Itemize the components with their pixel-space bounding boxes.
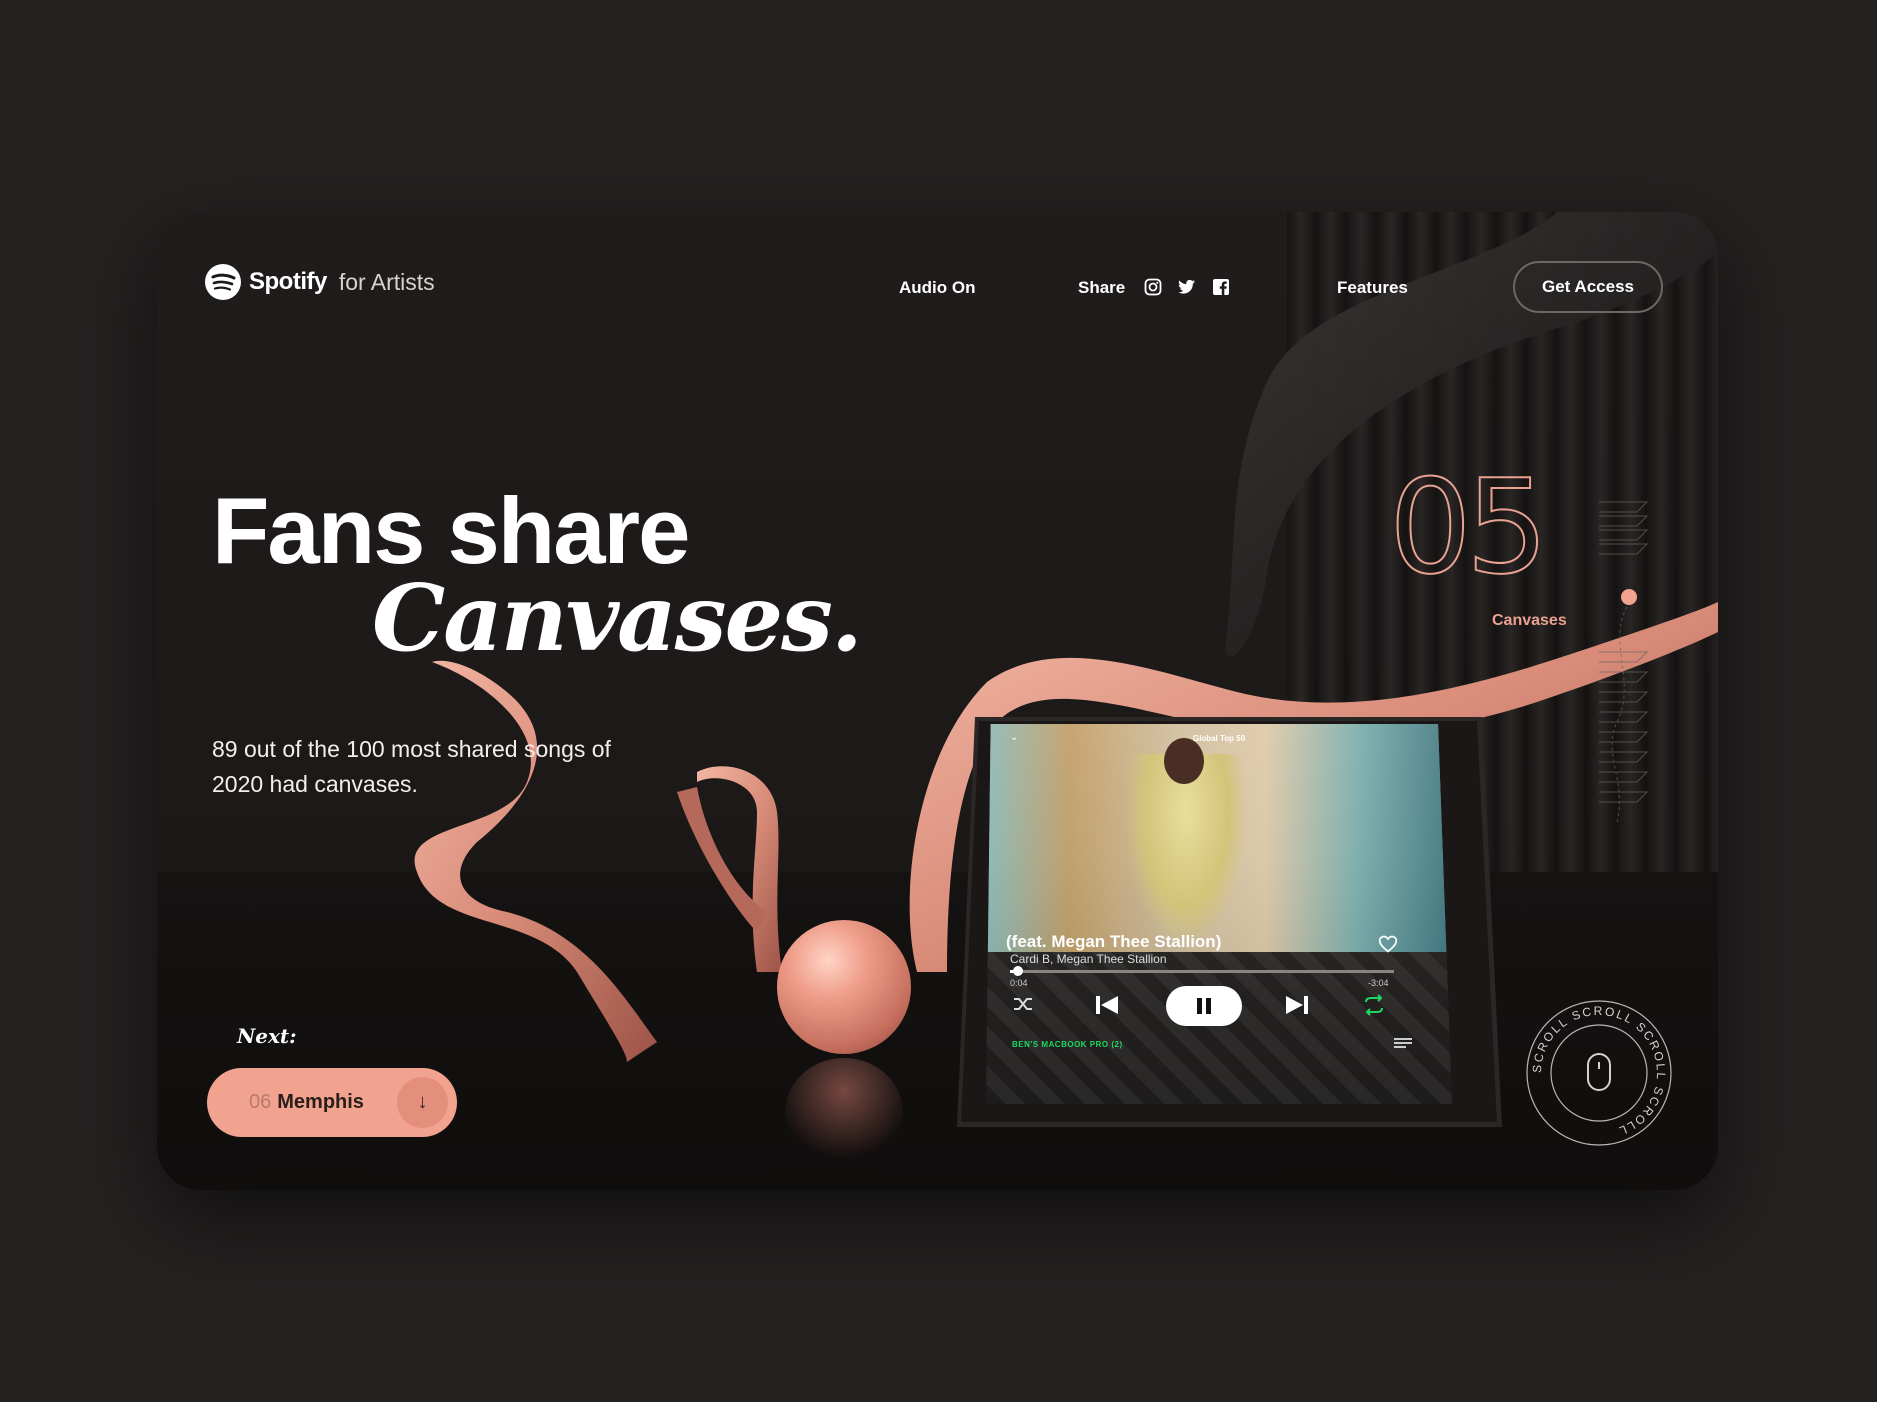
progress-current-dot [1621, 589, 1637, 605]
hero-title-line2: Canvases. [372, 564, 863, 672]
brand-suffix: for Artists [338, 268, 435, 295]
canvas-floor [986, 952, 1452, 1104]
twitter-icon[interactable] [1178, 278, 1196, 296]
playlist-name: Global Top 50 [1192, 734, 1246, 743]
arrow-down-icon[interactable]: ↓ [397, 1077, 448, 1128]
facebook-icon[interactable] [1212, 278, 1230, 296]
section-progress-indicator[interactable] [1597, 482, 1657, 842]
features-link[interactable]: Features [1337, 278, 1408, 298]
shuffle-icon[interactable] [1012, 994, 1034, 1014]
next-title: Memphis [277, 1091, 364, 1113]
time-remaining: -3:04 [1368, 978, 1389, 988]
repeat-icon[interactable] [1362, 994, 1386, 1016]
next-number: 06 [249, 1091, 272, 1113]
mouse-icon [1587, 1053, 1611, 1091]
pink-sphere [777, 920, 911, 1054]
spotify-logo[interactable]: Spotify for Artists [205, 264, 435, 300]
sphere-reflection [785, 1058, 903, 1168]
scroll-badge[interactable]: SCROLL SCROLL SCROLL SCROLL [1525, 999, 1673, 1147]
audio-toggle[interactable]: Audio On [899, 278, 975, 298]
previous-icon[interactable] [1094, 994, 1120, 1016]
playback-progress[interactable] [1010, 966, 1394, 976]
pause-button[interactable] [1166, 986, 1242, 1026]
next-section-button[interactable]: 06 Memphis ↓ [207, 1068, 457, 1137]
canvas-figure-head [1164, 738, 1204, 784]
queue-icon[interactable] [1394, 1036, 1412, 1050]
section-label: Canvases [1492, 612, 1567, 629]
pause-icon [1197, 998, 1211, 1014]
section-number: 05 [1388, 451, 1549, 603]
song-artists: Cardi B, Megan Thee Stallion [1010, 952, 1167, 966]
brand-name: Spotify [249, 268, 327, 295]
time-elapsed: 0:04 [1010, 978, 1028, 988]
song-title: (feat. Megan Thee Stallion) [1006, 932, 1222, 951]
share-label: Share [1078, 278, 1126, 297]
instagram-icon[interactable] [1144, 278, 1162, 296]
playback-knob[interactable] [1012, 966, 1023, 976]
phone-screen: ⌄ Global Top 50 (feat. Megan Thee Stalli… [986, 724, 1452, 1104]
get-access-button[interactable]: Get Access [1513, 261, 1663, 313]
heart-icon[interactable] [1378, 934, 1398, 954]
hero-card: ⌄ Global Top 50 (feat. Megan Thee Stalli… [157, 212, 1718, 1190]
hero-description: 89 out of the 100 most shared songs of 2… [212, 736, 611, 797]
spotify-icon [205, 264, 241, 300]
next-track-icon[interactable] [1284, 994, 1310, 1016]
connected-device[interactable]: BEN'S MACBOOK PRO (2) [1012, 1040, 1123, 1049]
next-label: Next: [237, 1024, 297, 1048]
